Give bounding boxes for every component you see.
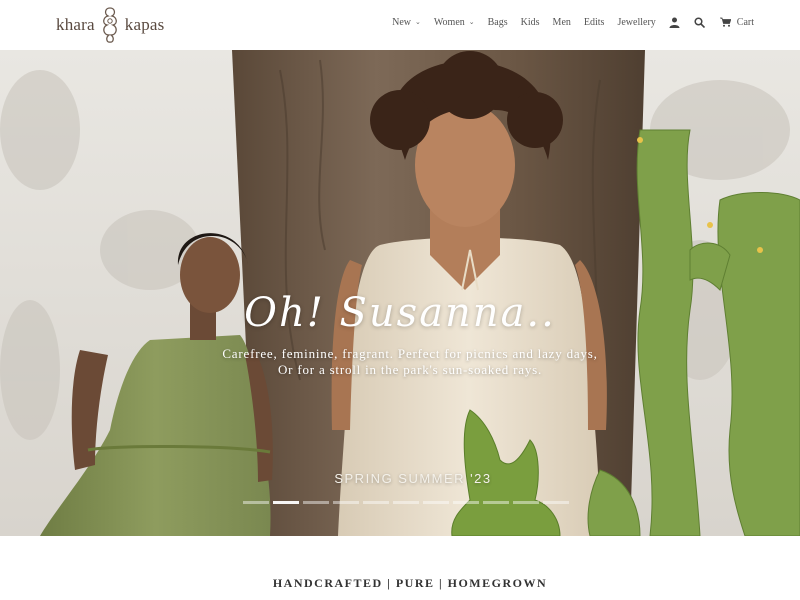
carousel-dot[interactable] bbox=[363, 501, 389, 504]
brand-left: khara bbox=[56, 15, 95, 34]
nav-label: Men bbox=[552, 16, 571, 28]
hero-subtitle-line-1: Carefree, feminine, fragrant. Perfect fo… bbox=[222, 346, 598, 361]
carousel-dot[interactable] bbox=[453, 501, 479, 504]
hero-title: Oh! Susanna.. bbox=[244, 290, 556, 336]
nav-label: Kids bbox=[520, 16, 540, 28]
carousel-dot[interactable] bbox=[483, 501, 509, 504]
carousel-dot[interactable] bbox=[393, 501, 419, 504]
hero-season-label: SPRING SUMMER '23 bbox=[334, 471, 492, 486]
chevron-down-icon: ⌄ bbox=[415, 18, 421, 26]
nav-item-edits[interactable]: Edits bbox=[584, 17, 605, 28]
nav-item-men[interactable]: Men bbox=[553, 17, 571, 28]
chevron-down-icon: ⌄ bbox=[468, 18, 475, 26]
carousel-dot[interactable] bbox=[333, 501, 359, 504]
main-nav: New ⌄ Women ⌄ Bags Kids Men Edits Jewell… bbox=[379, 16, 754, 28]
brand-tagline: HANDCRAFTED | PURE | HOMEGROWN bbox=[272, 576, 548, 590]
nav-label: Jewellery bbox=[617, 16, 656, 28]
hero-subtitle: Carefree, feminine, fragrant. Perfect fo… bbox=[0, 346, 800, 378]
carousel-indicators bbox=[243, 501, 569, 504]
nav-label: New bbox=[392, 16, 412, 28]
hero-banner[interactable]: Oh! Susanna.. Carefree, feminine, fragra… bbox=[0, 50, 800, 536]
hero-subtitle-line-2: Or for a stroll in the park's sun-soaked… bbox=[277, 362, 543, 377]
carousel-dot[interactable] bbox=[273, 501, 299, 504]
carousel-dot[interactable] bbox=[243, 501, 269, 504]
carousel-dot[interactable] bbox=[423, 501, 449, 504]
nav-item-women[interactable]: Women ⌄ bbox=[434, 17, 475, 28]
nav-label: Women bbox=[433, 16, 465, 28]
brand-right: kapas bbox=[124, 15, 165, 34]
nav-item-kids[interactable]: Kids bbox=[521, 17, 540, 28]
nav-label: Bags bbox=[487, 16, 508, 28]
cart-icon bbox=[719, 17, 731, 27]
user-icon[interactable] bbox=[669, 16, 681, 28]
brand-logo[interactable]: khara kapas bbox=[56, 6, 164, 44]
carousel-dot[interactable] bbox=[543, 501, 569, 504]
logo-mark-icon bbox=[102, 7, 117, 43]
carousel-dot[interactable] bbox=[513, 501, 539, 504]
cart-button[interactable]: Cart bbox=[719, 16, 754, 28]
nav-item-bags[interactable]: Bags bbox=[488, 17, 508, 28]
nav-item-new[interactable]: New ⌄ bbox=[392, 17, 421, 28]
search-icon[interactable] bbox=[694, 16, 706, 28]
cart-label: Cart bbox=[736, 16, 754, 28]
site-header: khara kapas New ⌄ Women ⌄ Bags Kids Men … bbox=[0, 0, 800, 50]
nav-label: Edits bbox=[583, 16, 605, 28]
carousel-dot[interactable] bbox=[303, 501, 329, 504]
nav-item-jewellery[interactable]: Jewellery bbox=[617, 17, 655, 28]
